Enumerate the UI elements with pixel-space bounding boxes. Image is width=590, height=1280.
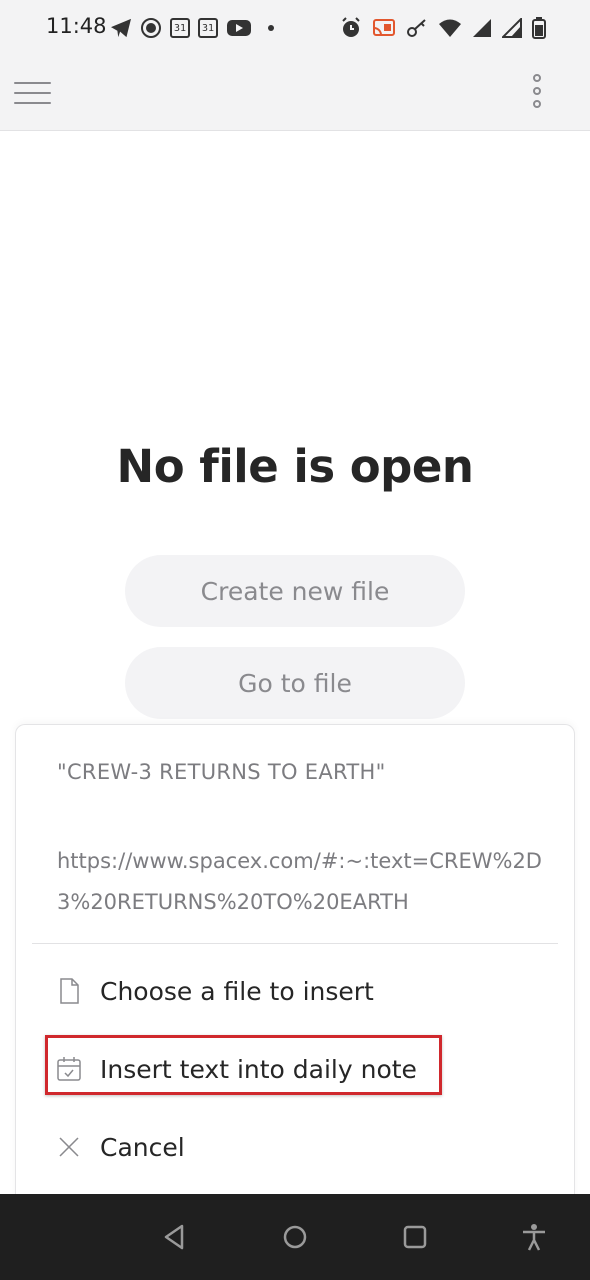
hamburger-icon[interactable] <box>14 76 52 108</box>
record-icon <box>141 18 161 38</box>
calendar-icon: 31 <box>198 18 218 38</box>
calendar-check-icon <box>54 1054 84 1084</box>
status-icons-left: 31 31 <box>110 14 274 42</box>
home-icon[interactable] <box>280 1222 310 1252</box>
accessibility-icon[interactable] <box>519 1222 549 1252</box>
choose-file-menu-item[interactable]: Choose a file to insert <box>54 967 374 1015</box>
menu-item-label: Insert text into daily note <box>100 1054 417 1084</box>
more-vertical-icon[interactable] <box>530 74 546 110</box>
dot-icon <box>268 25 274 31</box>
signal-icon <box>473 19 491 37</box>
file-icon <box>54 976 84 1006</box>
app-header <box>0 56 590 131</box>
key-icon <box>407 19 426 37</box>
alarm-icon <box>342 17 360 37</box>
create-new-file-button[interactable]: Create new file <box>125 555 465 627</box>
telegram-icon <box>111 18 131 38</box>
recents-icon[interactable] <box>400 1222 430 1252</box>
share-bottom-sheet: "CREW-3 RETURNS TO EARTH" https://www.sp… <box>15 724 575 1204</box>
signal-icon <box>502 18 522 38</box>
divider <box>32 943 558 944</box>
page-title: No file is open <box>116 440 474 493</box>
insert-daily-note-menu-item[interactable]: Insert text into daily note <box>54 1045 417 1093</box>
go-to-file-button[interactable]: Go to file <box>125 647 465 719</box>
youtube-icon <box>227 20 251 36</box>
shared-url-text: https://www.spacex.com/#:~:text=CREW%2D3… <box>57 849 542 914</box>
shared-quote-text: "CREW-3 RETURNS TO EARTH" <box>57 760 386 784</box>
battery-icon <box>532 17 546 39</box>
back-icon[interactable] <box>160 1222 190 1252</box>
status-time: 11:48 <box>46 14 107 38</box>
system-nav-bar <box>0 1194 590 1280</box>
calendar-icon: 31 <box>170 18 190 38</box>
menu-item-label: Choose a file to insert <box>100 976 374 1006</box>
cancel-menu-item[interactable]: Cancel <box>54 1123 185 1171</box>
wifi-icon <box>439 19 461 37</box>
status-icons-right <box>340 14 546 42</box>
menu-item-label: Cancel <box>100 1132 185 1162</box>
close-icon <box>54 1132 84 1162</box>
cast-icon <box>373 19 395 36</box>
status-bar: 11:48 31 31 <box>0 0 590 56</box>
